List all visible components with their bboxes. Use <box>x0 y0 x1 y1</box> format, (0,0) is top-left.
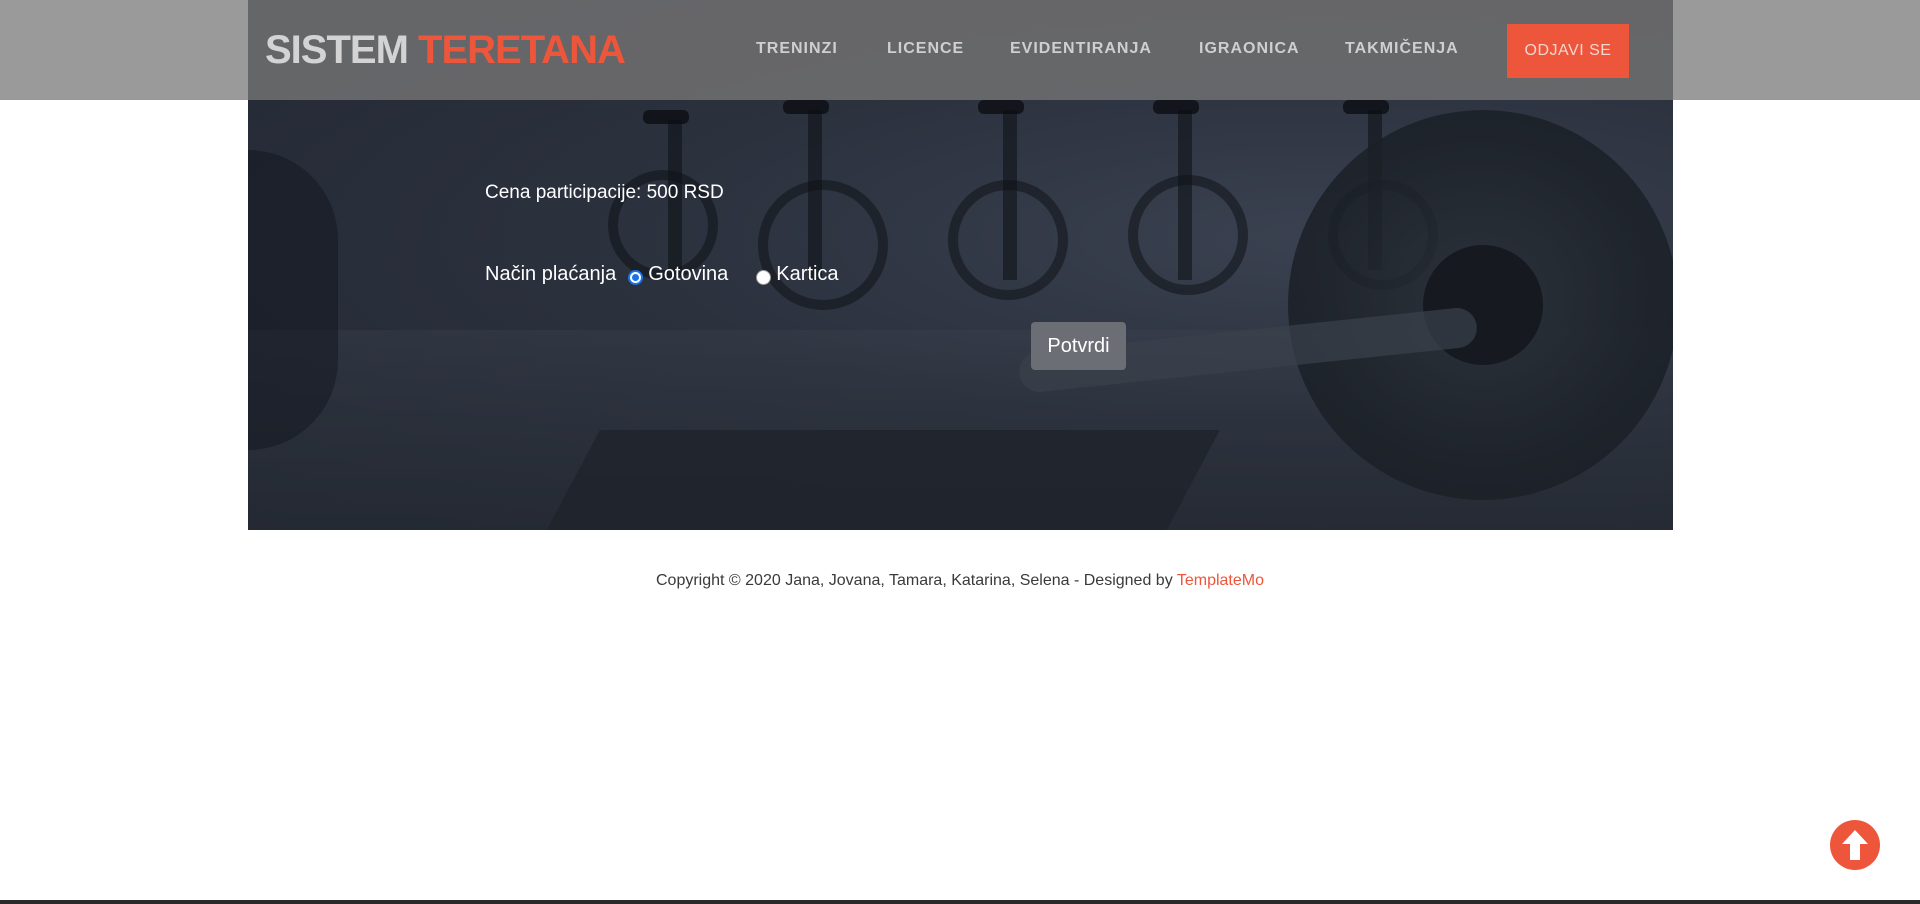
logo-text-sistem: SISTEM <box>265 28 409 72</box>
bike-seat <box>978 100 1024 114</box>
nav-licence[interactable]: LICENCE <box>887 40 964 58</box>
footer-templatemo-link[interactable]: TemplateMo <box>1177 572 1264 589</box>
participation-price: Cena participacije: 500 RSD <box>485 182 724 203</box>
bottom-edge <box>0 900 1920 904</box>
confirm-button[interactable]: Potvrdi <box>1031 322 1126 370</box>
radio-gotovina-label[interactable]: Gotovina <box>648 263 728 286</box>
radio-kartica-label[interactable]: Kartica <box>776 263 838 286</box>
bike-wheel <box>758 180 888 310</box>
bike-post <box>1178 110 1192 280</box>
radio-gotovina[interactable] <box>628 270 644 285</box>
bike-post <box>808 110 822 280</box>
mat-shape <box>536 430 1220 530</box>
radio-kartica[interactable] <box>756 270 772 285</box>
arrow-up-circle-icon <box>1842 830 1868 860</box>
bike-seat <box>1343 100 1389 114</box>
bike-seat <box>1153 100 1199 114</box>
bike-seat <box>643 110 689 124</box>
nav-evidentiranja[interactable]: EVIDENTIRANJA <box>1010 40 1152 58</box>
nav-takmicenja[interactable]: TAKMIČENJA <box>1345 40 1459 58</box>
footer-copyright: Copyright © 2020 Jana, Jovana, Tamara, K… <box>0 572 1920 590</box>
bike-post <box>1003 110 1017 280</box>
nav-igraonica[interactable]: IGRAONICA <box>1199 40 1300 58</box>
bike-seat <box>783 100 829 114</box>
site-logo[interactable]: SISTEM TERETANA <box>265 26 626 74</box>
bike-silhouette-left <box>248 150 338 450</box>
nav-treninzi[interactable]: TRENINZI <box>756 40 838 58</box>
logo-text-teretana: TERETANA <box>418 28 626 72</box>
footer-text: Copyright © 2020 Jana, Jovana, Tamara, K… <box>656 572 1173 589</box>
scroll-top-button[interactable] <box>1830 820 1880 870</box>
payment-method-label: Način plaćanja <box>485 263 617 285</box>
payment-method-group: Način plaćanja Gotovina Kartica <box>485 263 839 286</box>
logout-button[interactable]: ODJAVI SE <box>1507 24 1629 78</box>
